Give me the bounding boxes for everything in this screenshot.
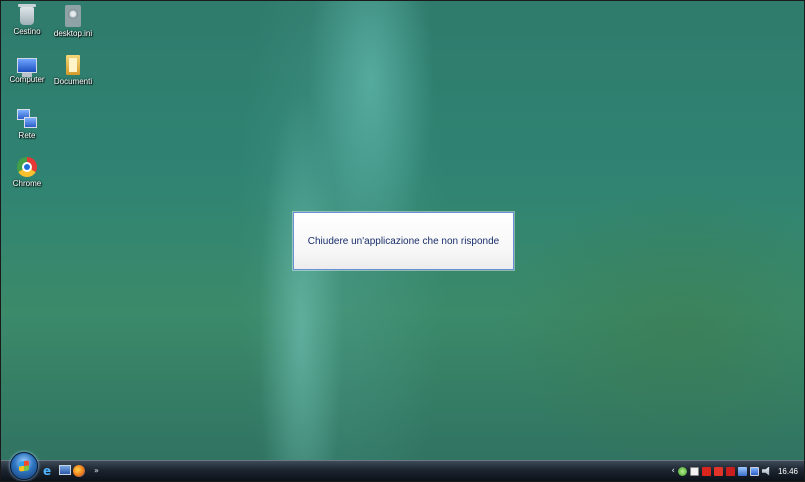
taskbar: e » ‹ 16.46	[1, 460, 804, 481]
desktop-icon-computer[interactable]: Computer	[5, 55, 49, 84]
start-button[interactable]	[10, 452, 38, 480]
firefox-icon[interactable]	[73, 465, 85, 477]
screen: Cestino desktop.ini Computer Documenti R…	[0, 0, 805, 482]
show-hidden-icons-button[interactable]: ‹	[671, 466, 675, 476]
show-desktop-icon[interactable]	[59, 465, 71, 475]
desktop-icon-documenti[interactable]: Documenti	[51, 55, 95, 86]
computer-icon	[17, 58, 37, 77]
desktop-icon-label: Cestino	[13, 27, 41, 36]
desktop-icon-label: Documenti	[53, 77, 93, 86]
recycle-bin-icon	[18, 4, 36, 25]
desktop-icon-cestino[interactable]: Cestino	[5, 4, 49, 36]
internet-explorer-icon[interactable]: e	[43, 465, 55, 477]
desktop-icon-label: desktop.ini	[53, 29, 93, 38]
system-tray: ‹ 16.46	[671, 464, 798, 478]
chrome-icon	[17, 157, 37, 177]
desktop-icon-rete[interactable]: Rete	[5, 107, 49, 140]
settings-file-icon	[65, 5, 81, 27]
popup-text: Chiudere un'applicazione che non rispond…	[307, 235, 500, 247]
network-tray-icon[interactable]	[737, 466, 747, 476]
documents-folder-icon	[66, 55, 80, 75]
desktop-icon-label: Rete	[18, 131, 36, 140]
windows-logo-icon	[19, 460, 29, 472]
network-icon	[17, 107, 37, 129]
tray-green-icon[interactable]	[677, 466, 687, 476]
tray-red3-icon[interactable]	[725, 466, 735, 476]
tray-red-icon[interactable]	[701, 466, 711, 476]
tray-red2-icon[interactable]	[713, 466, 723, 476]
desktop-icon-label: Chrome	[12, 179, 42, 188]
quick-launch-overflow-button[interactable]: »	[94, 466, 99, 475]
volume-icon[interactable]	[761, 466, 770, 476]
clock[interactable]: 16.46	[778, 467, 798, 476]
desktop-icon-desktop-ini[interactable]: desktop.ini	[51, 5, 95, 38]
monitor-tray-icon[interactable]	[749, 466, 759, 476]
info-popup: Chiudere un'applicazione che non rispond…	[293, 212, 514, 270]
desktop-icon-chrome[interactable]: Chrome	[5, 157, 49, 188]
tray-white-icon[interactable]	[689, 466, 699, 476]
